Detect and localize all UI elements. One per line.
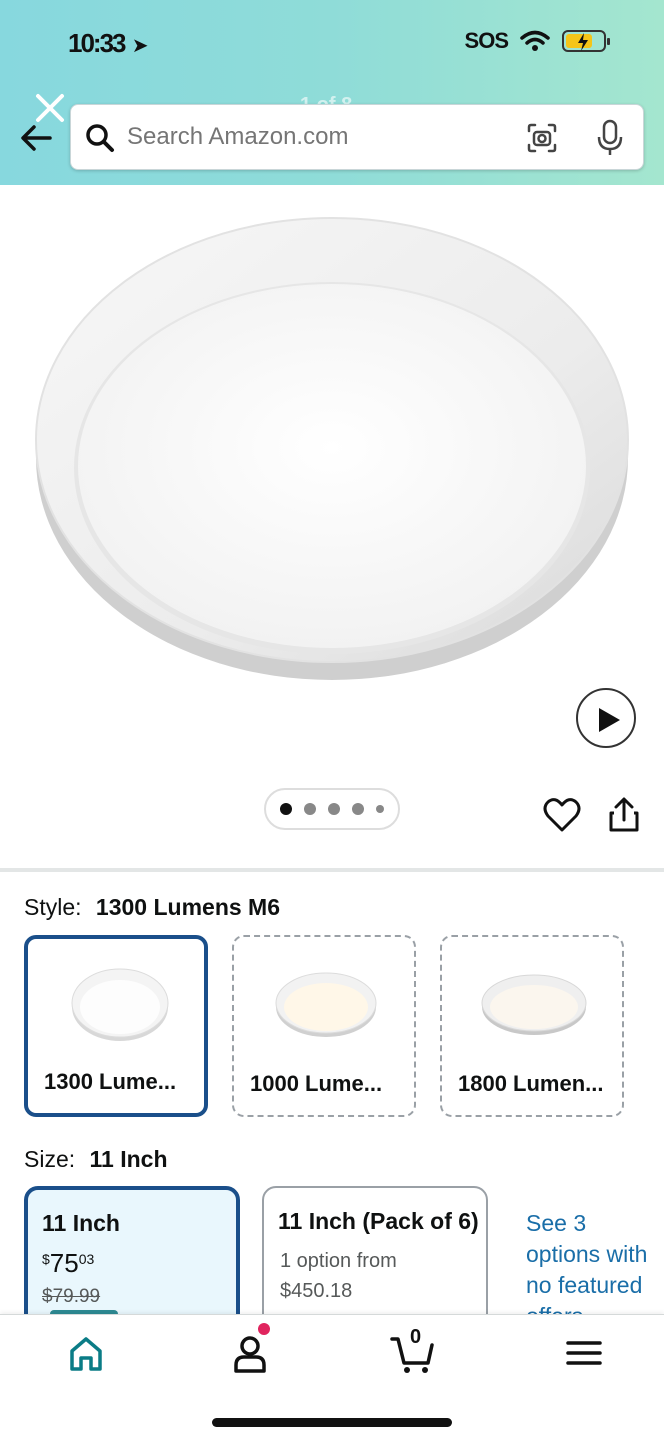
size-option-subtitle: 1 option from — [280, 1250, 397, 1272]
style-option-1300[interactable]: 1300 Lume... — [24, 935, 208, 1117]
size-heading: Size: 11 Inch — [24, 1146, 168, 1173]
pager-dot[interactable] — [280, 803, 292, 815]
size-option-price: $7503 — [42, 1248, 94, 1279]
product-image[interactable] — [30, 190, 634, 690]
sos-text: SOS — [464, 28, 509, 53]
style-selected-value: 1300 Lumens M6 — [95, 894, 281, 920]
pager-dot[interactable] — [376, 805, 384, 813]
size-option-title: 11 Inch — [42, 1210, 120, 1236]
search-bar[interactable] — [70, 104, 644, 170]
style-option-1000[interactable]: 1000 Lume... — [232, 935, 416, 1117]
size-option-title: 11 Inch (Pack of 6) — [278, 1208, 479, 1234]
image-pager[interactable] — [264, 788, 400, 830]
price-dollars: 75 — [49, 1248, 79, 1278]
battery-icon — [562, 30, 610, 52]
currency-symbol: $ — [42, 1251, 50, 1267]
style-label: Style: — [24, 894, 82, 920]
search-icon — [86, 124, 114, 152]
wifi-icon — [520, 30, 550, 51]
size-option-price: $450.18 — [280, 1280, 353, 1302]
back-arrow-icon[interactable] — [16, 118, 56, 158]
section-divider — [0, 868, 664, 872]
heart-icon[interactable] — [542, 796, 582, 834]
style-heading: Style: 1300 Lumens M6 — [24, 894, 280, 921]
price-cents: 03 — [78, 1251, 95, 1267]
home-icon[interactable] — [62, 1331, 110, 1375]
status-icons: SOS — [464, 28, 610, 54]
pager-dot[interactable] — [328, 803, 340, 815]
menu-icon[interactable] — [560, 1331, 608, 1375]
pager-dot[interactable] — [304, 803, 316, 815]
home-indicator — [212, 1418, 452, 1427]
search-input[interactable] — [127, 123, 507, 151]
cart-count: 0 — [410, 1326, 422, 1348]
header: 10:33 ➤ SOS 1 of 8 — [0, 0, 664, 185]
size-label: Size: — [24, 1146, 76, 1172]
style-option-label: 1800 Lumen... — [458, 1071, 604, 1096]
style-option-label: 1300 Lume... — [44, 1069, 177, 1094]
microphone-icon[interactable] — [595, 119, 625, 157]
share-icon[interactable] — [606, 796, 642, 834]
camera-scan-icon[interactable] — [525, 121, 559, 155]
location-arrow-icon: ➤ — [131, 35, 149, 57]
play-icon — [599, 708, 620, 732]
notification-dot — [258, 1323, 270, 1335]
pager-dot[interactable] — [352, 803, 364, 815]
size-selected-value: 11 Inch — [89, 1146, 168, 1172]
style-thumbnail — [71, 968, 169, 1041]
style-thumbnail — [481, 974, 587, 1035]
play-video-button[interactable] — [576, 688, 636, 748]
account-icon[interactable] — [226, 1331, 274, 1375]
status-time: 10:33 ➤ — [68, 28, 149, 59]
screen: 10:33 ➤ SOS 1 of 8 — [0, 0, 664, 1440]
style-thumbnail — [275, 972, 377, 1037]
style-option-label: 1000 Lume... — [250, 1071, 383, 1096]
list-price: $79.99 — [42, 1286, 101, 1307]
time-text: 10:33 — [68, 28, 126, 58]
style-option-1800[interactable]: 1800 Lumen... — [440, 935, 624, 1117]
